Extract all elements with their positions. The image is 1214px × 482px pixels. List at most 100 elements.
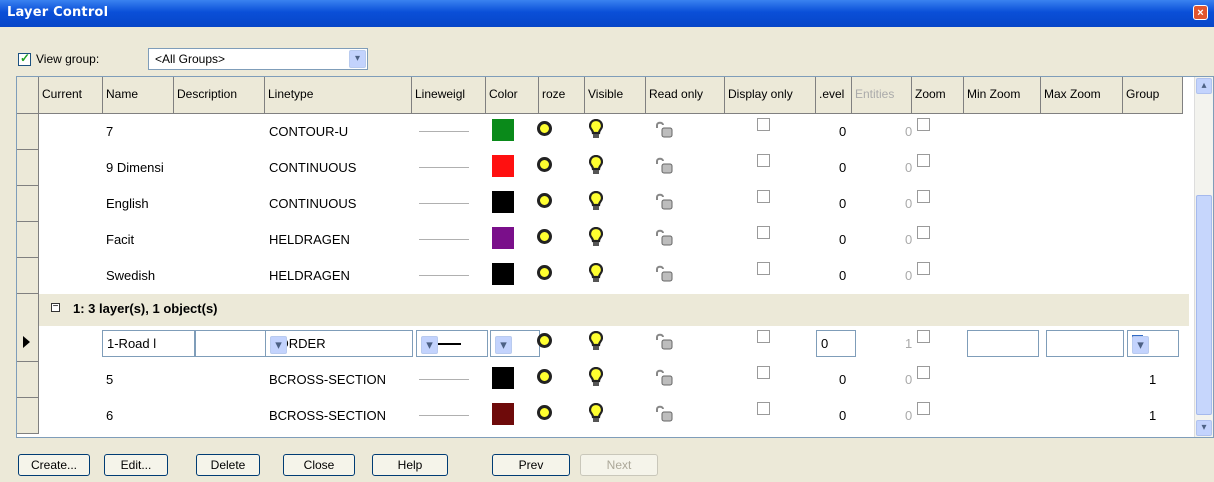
zoom-checkbox[interactable]	[917, 226, 930, 239]
col-header-group[interactable]: Group	[1123, 77, 1183, 114]
scroll-down-icon[interactable]: ▾	[1196, 420, 1212, 436]
color-swatch[interactable]	[492, 403, 514, 425]
col-header-lineweight[interactable]: Lineweigl	[412, 77, 486, 114]
edit-button[interactable]: Edit...	[104, 454, 168, 476]
help-button[interactable]: Help	[372, 454, 448, 476]
row-selector[interactable]	[17, 222, 39, 258]
display-only-checkbox[interactable]	[757, 118, 770, 131]
prev-button[interactable]: Prev	[492, 454, 570, 476]
unlocked-padlock-icon[interactable]	[653, 404, 675, 424]
group-select[interactable]: <All Groups> ▾	[148, 48, 368, 70]
color-swatch[interactable]	[492, 119, 514, 141]
min-zoom-field[interactable]	[967, 330, 1039, 357]
unlocked-padlock-icon[interactable]	[653, 192, 675, 212]
table-row[interactable]: 7 CONTOUR-U 0 0	[39, 114, 1189, 150]
table-row[interactable]: 5 BCROSS-SECTION 0 0 1	[39, 362, 1189, 398]
col-header-froze[interactable]: roze	[539, 77, 585, 114]
chevron-down-icon[interactable]: ▾	[1132, 336, 1149, 354]
row-selector[interactable]	[17, 186, 39, 222]
display-only-checkbox[interactable]	[757, 366, 770, 379]
lightbulb-icon[interactable]	[589, 331, 603, 351]
unlocked-padlock-icon[interactable]	[653, 156, 675, 176]
table-row[interactable]: English CONTINUOUS 0 0	[39, 186, 1189, 222]
table-row[interactable]: Swedish HELDRAGEN 0 0	[39, 258, 1189, 294]
col-header-display-only[interactable]: Display only	[725, 77, 816, 114]
color-select[interactable]: ▾	[490, 330, 540, 357]
lightbulb-icon[interactable]	[589, 155, 603, 175]
vertical-scrollbar[interactable]: ▴ ▾	[1194, 77, 1213, 437]
table-row[interactable]: Facit HELDRAGEN 0 0	[39, 222, 1189, 258]
froze-circle-icon[interactable]	[537, 405, 552, 420]
col-header-zoom[interactable]: Zoom	[912, 77, 964, 114]
row-selector[interactable]	[17, 398, 39, 434]
view-group-checkbox[interactable]	[18, 51, 31, 66]
col-header-linetype[interactable]: Linetype	[265, 77, 412, 114]
lightbulb-icon[interactable]	[589, 227, 603, 247]
zoom-checkbox[interactable]	[917, 366, 930, 379]
froze-circle-icon[interactable]	[537, 265, 552, 280]
row-selector[interactable]	[17, 326, 39, 362]
zoom-checkbox[interactable]	[917, 190, 930, 203]
col-header-entities[interactable]: Entities	[852, 77, 912, 114]
lightbulb-icon[interactable]	[589, 119, 603, 139]
color-swatch[interactable]	[492, 367, 514, 389]
color-swatch[interactable]	[492, 263, 514, 285]
collapse-icon[interactable]: −	[51, 302, 60, 312]
froze-circle-icon[interactable]	[537, 193, 552, 208]
name-edit-field[interactable]: 1-Road l	[102, 330, 195, 357]
unlocked-padlock-icon[interactable]	[653, 332, 675, 352]
display-only-checkbox[interactable]	[757, 154, 770, 167]
lightbulb-icon[interactable]	[589, 191, 603, 211]
unlocked-padlock-icon[interactable]	[653, 264, 675, 284]
display-only-checkbox[interactable]	[757, 262, 770, 275]
close-button[interactable]: Close	[283, 454, 355, 476]
unlocked-padlock-icon[interactable]	[653, 368, 675, 388]
lightbulb-icon[interactable]	[589, 367, 603, 387]
zoom-checkbox[interactable]	[917, 330, 930, 343]
row-selector[interactable]	[17, 150, 39, 186]
display-only-checkbox[interactable]	[757, 190, 770, 203]
col-header-name[interactable]: Name	[103, 77, 174, 114]
next-button[interactable]: Next	[580, 454, 658, 476]
col-header-current[interactable]: Current	[39, 77, 103, 114]
col-header-max-zoom[interactable]: Max Zoom	[1041, 77, 1123, 114]
froze-circle-icon[interactable]	[537, 157, 552, 172]
chevron-down-icon[interactable]: ▾	[349, 50, 366, 68]
table-row[interactable]: 6 BCROSS-SECTION 0 0 1	[39, 398, 1189, 434]
group-select[interactable]: 1▾	[1127, 330, 1179, 357]
zoom-checkbox[interactable]	[917, 402, 930, 415]
delete-button[interactable]: Delete	[196, 454, 260, 476]
color-swatch[interactable]	[492, 227, 514, 249]
row-selector[interactable]	[17, 114, 39, 150]
col-header-visible[interactable]: Visible	[585, 77, 646, 114]
froze-circle-icon[interactable]	[537, 369, 552, 384]
table-row[interactable]: 9 Dimensi CONTINUOUS 0 0	[39, 150, 1189, 186]
col-header-description[interactable]: Description	[174, 77, 265, 114]
froze-circle-icon[interactable]	[537, 333, 552, 348]
display-only-checkbox[interactable]	[757, 402, 770, 415]
lightbulb-icon[interactable]	[589, 403, 603, 423]
col-header-color[interactable]: Color	[486, 77, 539, 114]
group-header-row[interactable]: − 1: 3 layer(s), 1 object(s)	[39, 294, 1189, 326]
color-swatch[interactable]	[492, 191, 514, 213]
row-selector[interactable]	[17, 258, 39, 294]
chevron-down-icon[interactable]: ▾	[495, 336, 512, 354]
col-header-level[interactable]: .evel	[816, 77, 852, 114]
linetype-select[interactable]: BORDER ▾	[265, 330, 413, 357]
table-row[interactable]: 1-Road lBORDER▾▾▾011▾	[39, 326, 1189, 362]
chevron-down-icon[interactable]: ▾	[270, 336, 287, 354]
lineweight-select[interactable]: ▾	[416, 330, 488, 357]
unlocked-padlock-icon[interactable]	[653, 228, 675, 248]
create-button[interactable]: Create...	[18, 454, 90, 476]
unlocked-padlock-icon[interactable]	[653, 120, 675, 140]
close-icon[interactable]: ×	[1193, 5, 1208, 20]
level-edit-field[interactable]: 0	[816, 330, 856, 357]
color-swatch[interactable]	[492, 155, 514, 177]
col-header-min-zoom[interactable]: Min Zoom	[964, 77, 1041, 114]
froze-circle-icon[interactable]	[537, 121, 552, 136]
chevron-down-icon[interactable]: ▾	[421, 336, 438, 354]
col-header-read-only[interactable]: Read only	[646, 77, 725, 114]
max-zoom-field[interactable]	[1046, 330, 1124, 357]
scroll-up-icon[interactable]: ▴	[1196, 78, 1212, 94]
display-only-checkbox[interactable]	[757, 226, 770, 239]
